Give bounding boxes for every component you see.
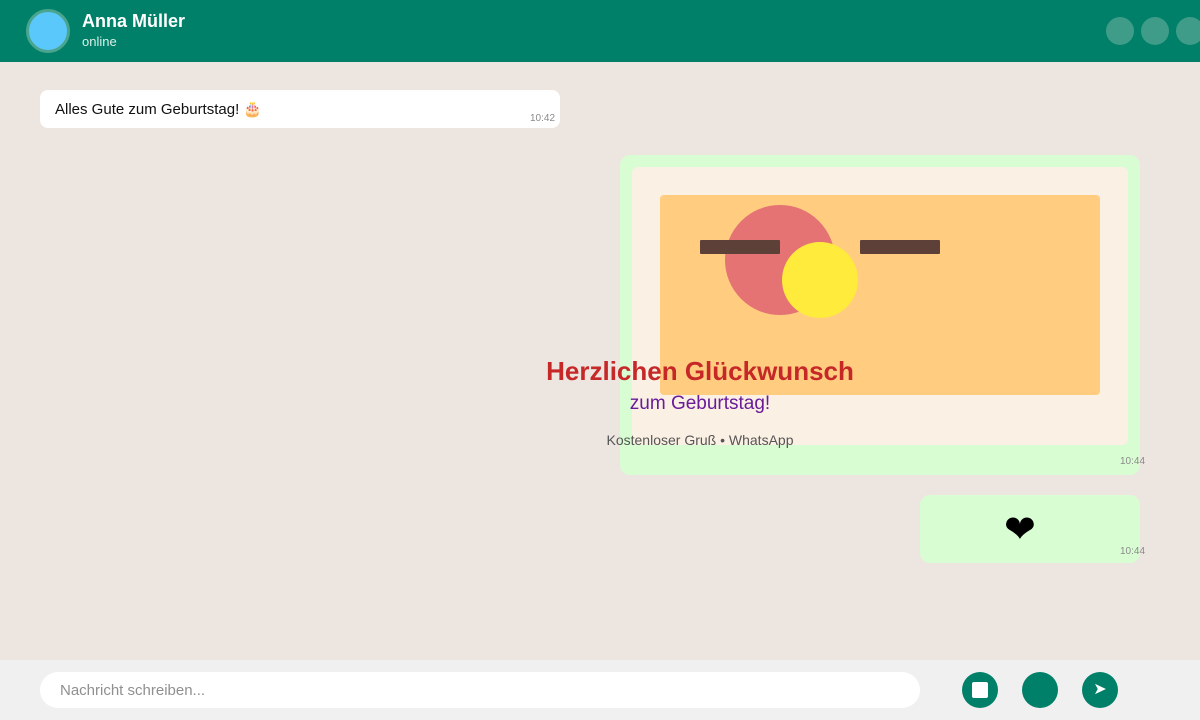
incoming-message[interactable]: Alles Gute zum Geburtstag! 🎂 10:42	[40, 90, 560, 128]
heart-emoji: ❤	[1004, 507, 1036, 551]
mic-icon[interactable]	[1022, 672, 1058, 708]
video-call-icon[interactable]	[1106, 17, 1134, 45]
card-subtitle: zum Geburtstag!	[629, 393, 771, 414]
send-icon[interactable]: ➤	[1082, 672, 1118, 708]
square-glyph	[972, 682, 988, 698]
contact-name[interactable]: Anna Müller	[82, 11, 185, 32]
voice-call-icon[interactable]	[1141, 17, 1169, 45]
contact-status: online	[82, 34, 117, 49]
chat-header: Anna Müller online	[0, 0, 1200, 62]
greeting-card-message[interactable]: 10:44	[620, 155, 1145, 475]
message-time: 10:44	[1120, 456, 1146, 467]
outgoing-message[interactable]: ❤ 10:44	[920, 495, 1145, 563]
card-footer: Kostenloser Gruß • WhatsApp	[606, 432, 794, 448]
decoration-bar-left	[700, 240, 780, 254]
message-input[interactable]	[40, 672, 920, 708]
message-time: 10:42	[530, 113, 556, 124]
sticker-icon[interactable]	[962, 672, 998, 708]
message-text: Alles Gute zum Geburtstag! 🎂	[55, 101, 263, 118]
balloon-yellow-shape	[782, 242, 858, 318]
message-time: 10:44	[1120, 546, 1146, 557]
composer-bar: ➤	[0, 660, 1200, 720]
decoration-bar-right	[860, 240, 940, 254]
card-title: Herzlichen Glückwunsch	[546, 356, 854, 386]
menu-icon[interactable]	[1176, 17, 1200, 45]
avatar[interactable]	[26, 9, 70, 53]
